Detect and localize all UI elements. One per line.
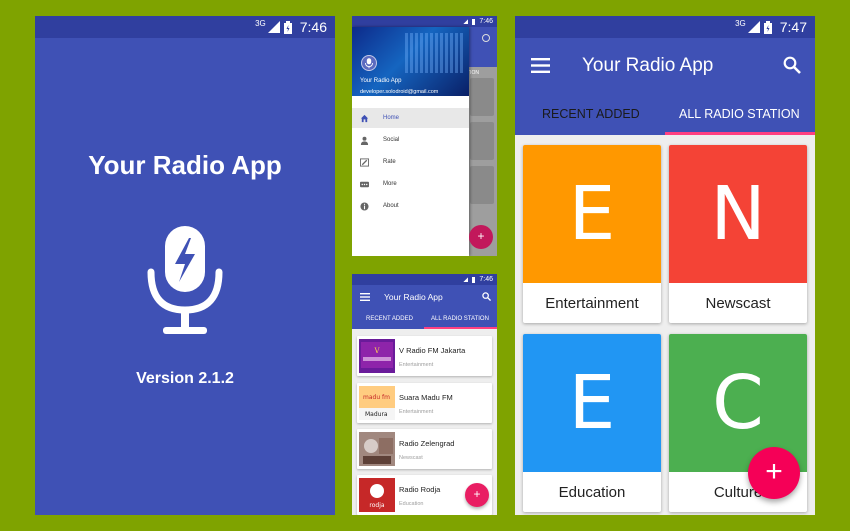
more-icon <box>360 181 369 187</box>
search-icon <box>482 34 490 42</box>
status-time: 7:46 <box>479 18 493 25</box>
station-category: Entertainment <box>399 362 434 368</box>
info-icon <box>360 201 369 211</box>
battery-icon <box>283 20 292 34</box>
thumb-text: rodja <box>369 502 384 509</box>
svg-text:V: V <box>373 347 380 355</box>
drawer-screen: 7:46 TION Your Radio App developer.solod… <box>352 16 497 256</box>
station-logo: rodja <box>359 478 395 512</box>
station-category: Education <box>399 501 424 507</box>
battery-icon <box>763 20 772 34</box>
category-card-entertainment[interactable]: E Entertainment <box>523 145 661 323</box>
rate-icon <box>360 157 369 167</box>
status-time: 7:47 <box>779 19 807 35</box>
menu-item-about[interactable]: About <box>352 196 469 216</box>
network-label: 3G <box>255 18 266 28</box>
list-item[interactable]: madu fm Madura Suara Madu FM Entertainme… <box>357 383 492 423</box>
list-item[interactable]: V V Radio FM Jakarta Entertainment <box>357 336 492 376</box>
app-bar: Your Radio App <box>352 285 497 309</box>
menu-label: More <box>383 181 397 187</box>
category-letter: E <box>523 145 661 283</box>
add-fab-button[interactable]: + <box>469 225 493 249</box>
background-card <box>470 122 494 160</box>
navigation-drawer: Your Radio App developer.solodroid@gmail… <box>352 27 469 256</box>
tab-bar: RECENT ADDED ALL RADIO STATION <box>352 309 497 329</box>
category-label: Education <box>558 483 626 501</box>
menu-icon[interactable] <box>531 58 550 73</box>
tab-indicator <box>424 327 497 329</box>
signal-icon <box>267 21 280 33</box>
status-time: 7:46 <box>479 276 493 283</box>
add-fab-button[interactable]: + <box>465 483 489 507</box>
tab-all-radio-station[interactable]: ALL RADIO STATION <box>431 316 489 322</box>
microphone-icon <box>365 58 373 69</box>
station-name: V Radio FM Jakarta <box>399 346 466 355</box>
menu-item-more[interactable]: More <box>352 174 469 194</box>
battery-icon <box>472 276 476 283</box>
app-title: Your Radio App <box>88 150 282 180</box>
version-label: Version 2.1.2 <box>136 370 234 387</box>
avatar <box>361 55 377 71</box>
signal-icon <box>747 21 760 33</box>
menu-item-social[interactable]: Social <box>352 130 469 150</box>
app-bar: Your Radio App <box>515 38 815 93</box>
station-name: Suara Madu FM <box>399 393 453 402</box>
category-letter: N <box>669 145 807 283</box>
menu-label: Home <box>383 115 400 121</box>
category-letter: E <box>523 334 661 472</box>
list-item[interactable]: Radio Zelengrad Newscast <box>357 429 492 469</box>
menu-label: Social <box>383 137 400 143</box>
drawer-email: developer.solodroid@gmail.com <box>360 89 439 95</box>
search-icon[interactable] <box>482 292 491 301</box>
header-pattern <box>405 33 465 73</box>
station-category: Newscast <box>399 455 423 461</box>
tab-bar: RECENT ADDED ALL RADIO STATION <box>515 93 815 135</box>
home-icon <box>360 114 369 122</box>
station-name: Radio Rodja <box>399 485 441 494</box>
station-logo: madu fm Madura <box>359 386 395 420</box>
signal-icon <box>463 19 469 24</box>
app-title: Your Radio App <box>384 292 443 302</box>
tab-indicator <box>665 132 815 135</box>
thumb-sub: Madura <box>365 411 388 418</box>
drawer-header: Your Radio App developer.solodroid@gmail… <box>352 27 469 96</box>
station-logo: V <box>359 339 395 373</box>
background-card <box>470 78 494 116</box>
station-name: Radio Zelengrad <box>399 439 455 448</box>
battery-icon <box>472 18 476 25</box>
category-label: Entertainment <box>545 294 639 312</box>
add-fab-button[interactable]: + <box>748 447 800 499</box>
app-title: Your Radio App <box>582 55 714 76</box>
tab-all-radio-station[interactable]: ALL RADIO STATION <box>679 107 800 121</box>
menu-label: Rate <box>383 159 396 165</box>
station-logo <box>359 432 395 466</box>
status-bar: 3G 7:46 <box>35 16 335 38</box>
status-bar: 3G 7:47 <box>515 16 815 38</box>
thumb-text: madu fm <box>363 394 390 401</box>
status-bar: 7:46 <box>352 274 497 285</box>
menu-item-rate[interactable]: Rate <box>352 152 469 172</box>
microphone-icon <box>147 226 223 334</box>
network-label: 3G <box>735 18 746 28</box>
search-icon[interactable] <box>783 56 801 74</box>
category-screen: 3G 7:47 Your Radio App RECENT ADDED ALL … <box>515 16 815 515</box>
status-bar: 7:46 <box>352 16 497 27</box>
tab-recent-added[interactable]: RECENT ADDED <box>542 107 640 121</box>
category-card-newscast[interactable]: N Newscast <box>669 145 807 323</box>
signal-icon <box>463 277 469 282</box>
station-category: Entertainment <box>399 409 434 415</box>
menu-icon[interactable] <box>360 293 370 301</box>
category-label: Newscast <box>705 294 771 312</box>
splash-screen: 3G 7:46 Your Radio App Version 2.1.2 <box>35 16 335 515</box>
menu-item-home[interactable]: Home <box>352 108 469 128</box>
person-icon <box>360 136 369 145</box>
tab-recent-added[interactable]: RECENT ADDED <box>366 316 413 322</box>
radio-list-screen: 7:46 Your Radio App RECENT ADDED ALL RAD… <box>352 274 497 515</box>
menu-label: About <box>383 203 399 209</box>
drawer-app-name: Your Radio App <box>360 78 402 84</box>
status-time: 7:46 <box>299 19 327 35</box>
background-card <box>470 166 494 204</box>
category-card-education[interactable]: E Education <box>523 334 661 512</box>
